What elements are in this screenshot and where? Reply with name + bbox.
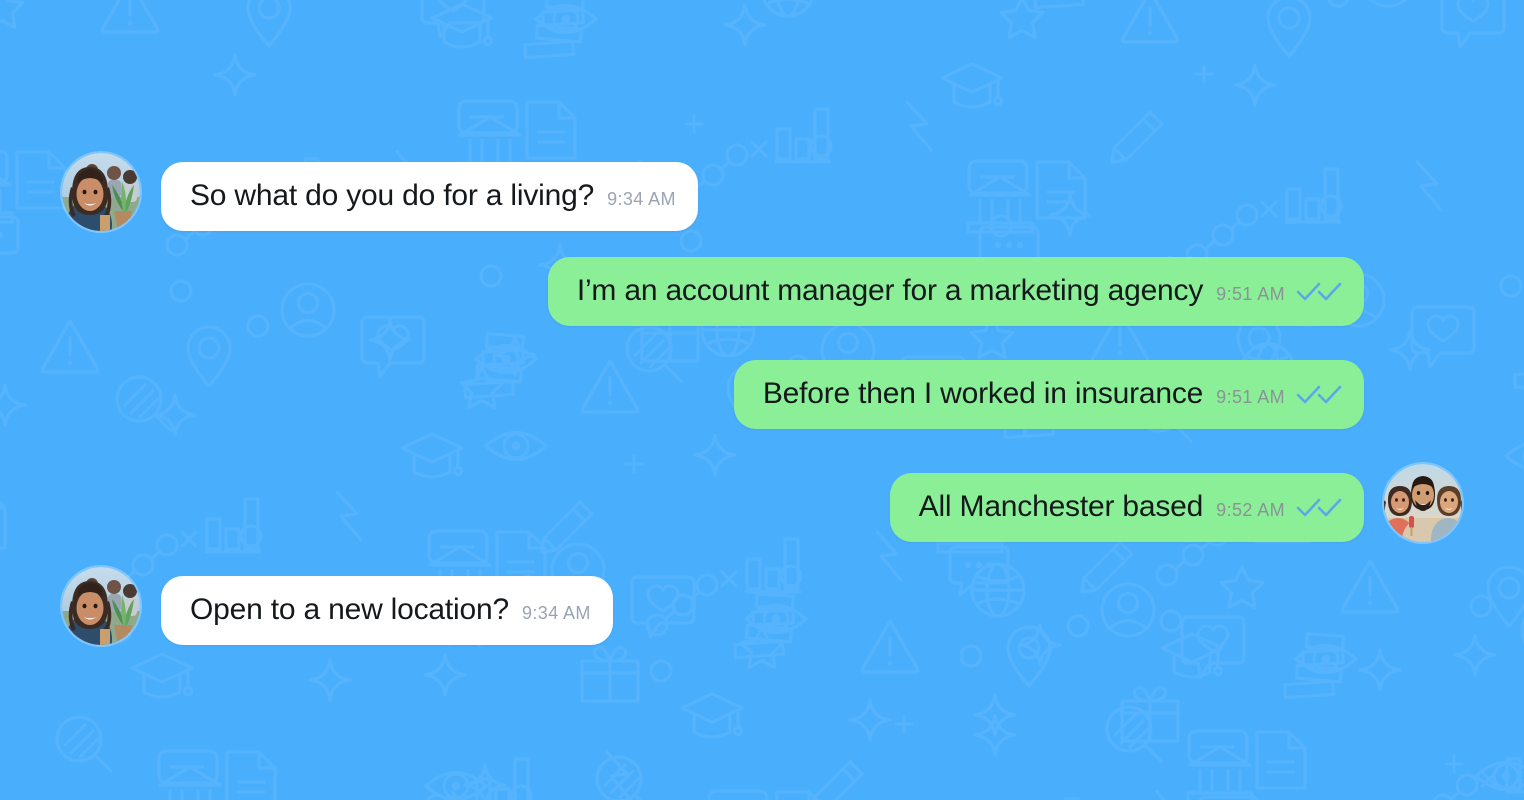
message-row-outgoing-2: Before then I worked in insurance 9:51 A… [733,360,1462,429]
message-text: All Manchester based [918,490,1204,523]
message-timestamp: 9:51 AM [1216,387,1285,407]
message-bubble[interactable]: All Manchester based 9:52 AM [889,473,1364,542]
contact-avatar[interactable] [62,567,140,645]
double-check-icon [1296,282,1342,302]
message-timestamp: 9:34 AM [521,603,591,623]
message-bubble[interactable]: So what do you do for a living? 9:34 AM [161,162,698,231]
message-bubble[interactable]: I’m an account manager for a marketing a… [547,257,1364,326]
message-row-outgoing-1: I’m an account manager for a marketing a… [547,257,1462,326]
message-text: I’m an account manager for a marketing a… [576,274,1204,307]
message-text: So what do you do for a living? [190,179,595,212]
chat-screen: So what do you do for a living? 9:34 AM … [0,0,1524,800]
message-row-outgoing-3: All Manchester based 9:52 AM [889,464,1462,542]
message-text: Before then I worked in insurance [762,377,1204,410]
message-bubble[interactable]: Before then I worked in insurance 9:51 A… [733,360,1364,429]
message-text: Open to a new location? [190,593,509,626]
message-timestamp: 9:52 AM [1216,500,1285,520]
contact-avatar[interactable] [62,153,140,231]
message-list: So what do you do for a living? 9:34 AM … [0,0,1524,800]
self-avatar[interactable] [1384,464,1462,542]
message-row-incoming-1: So what do you do for a living? 9:34 AM [62,153,698,231]
double-check-icon [1296,385,1342,405]
message-timestamp: 9:34 AM [607,189,676,209]
message-bubble[interactable]: Open to a new location? 9:34 AM [161,576,613,645]
message-row-incoming-2: Open to a new location? 9:34 AM [62,567,613,645]
double-check-icon [1296,498,1342,518]
message-timestamp: 9:51 AM [1216,284,1285,304]
